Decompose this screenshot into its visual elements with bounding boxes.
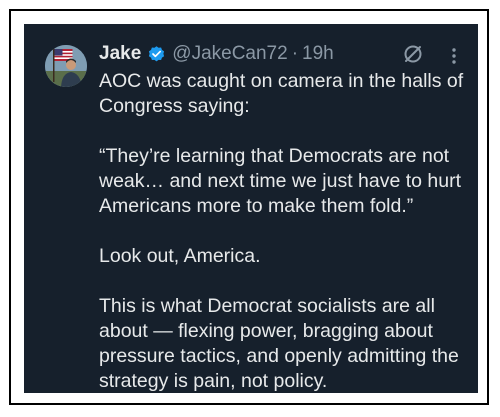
tweet-paragraph: “They’re learning that Democrats are not… [99, 145, 462, 217]
tweet-paragraph: AOC was caught on camera in the halls of… [99, 70, 464, 117]
tweet-card[interactable]: Jake @JakeCan72 · 19h AOC was caught on … [24, 24, 478, 393]
grok-icon[interactable] [401, 42, 425, 66]
verified-badge-icon [147, 45, 166, 64]
avatar-image [45, 45, 87, 87]
tweet-paragraph: Look out, America. [99, 245, 261, 267]
timestamp[interactable]: 19h [302, 43, 334, 65]
more-options-icon[interactable] [444, 44, 464, 68]
tweet-header: Jake @JakeCan72 · 19h [99, 41, 334, 67]
screenshot-frame: Jake @JakeCan72 · 19h AOC was caught on … [9, 9, 489, 405]
author-handle[interactable]: @JakeCan72 [172, 43, 287, 65]
tweet-text: AOC was caught on camera in the halls of… [99, 69, 471, 393]
tweet-paragraph: This is what Democrat socialists are all… [99, 295, 459, 392]
display-name[interactable]: Jake [99, 43, 141, 65]
avatar[interactable] [45, 45, 87, 87]
header-separator: · [291, 43, 299, 64]
